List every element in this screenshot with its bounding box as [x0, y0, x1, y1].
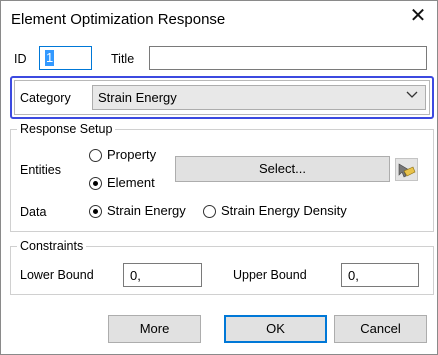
upper-bound-input[interactable]: 0, — [341, 263, 419, 287]
lower-bound-input[interactable]: 0, — [123, 263, 202, 287]
category-dropdown-value: Strain Energy — [98, 90, 177, 105]
title-label: Title — [111, 52, 135, 66]
upper-bound-label: Upper Bound — [233, 268, 307, 282]
title-input[interactable] — [149, 46, 427, 70]
response-setup-legend: Response Setup — [17, 122, 116, 136]
more-button[interactable]: More — [108, 315, 201, 343]
close-icon[interactable]: ✕ — [408, 6, 428, 26]
id-label: ID — [14, 52, 27, 66]
data-label: Data — [20, 205, 47, 219]
select-entities-button[interactable]: Select... — [175, 156, 390, 182]
radio-strain-energy-density[interactable] — [203, 205, 216, 218]
category-label: Category — [20, 91, 71, 105]
dialog-title: Element Optimization Response — [11, 11, 226, 28]
radio-strain-energy[interactable] — [89, 205, 102, 218]
lower-bound-label: Lower Bound — [20, 268, 94, 282]
radio-strain-energy-density-label: Strain Energy Density — [221, 203, 347, 218]
id-input-value: 1 — [45, 50, 55, 66]
id-input[interactable]: 1 — [39, 46, 92, 70]
cancel-button[interactable]: Cancel — [334, 315, 427, 343]
radio-element-label: Element — [107, 175, 155, 190]
cursor-picker-icon[interactable] — [395, 158, 418, 181]
chevron-down-icon[interactable] — [406, 87, 418, 102]
radio-property[interactable] — [89, 149, 102, 162]
constraints-legend: Constraints — [17, 239, 87, 253]
radio-strain-energy-label: Strain Energy — [107, 203, 186, 218]
lower-bound-value: 0, — [130, 268, 141, 283]
dialog-window: Element Optimization Response ✕ ID 1 Tit… — [0, 0, 438, 355]
ok-button[interactable]: OK — [224, 315, 327, 343]
radio-property-label: Property — [107, 147, 157, 162]
upper-bound-value: 0, — [348, 268, 359, 283]
radio-element[interactable] — [89, 177, 102, 190]
entities-label: Entities — [20, 163, 61, 177]
